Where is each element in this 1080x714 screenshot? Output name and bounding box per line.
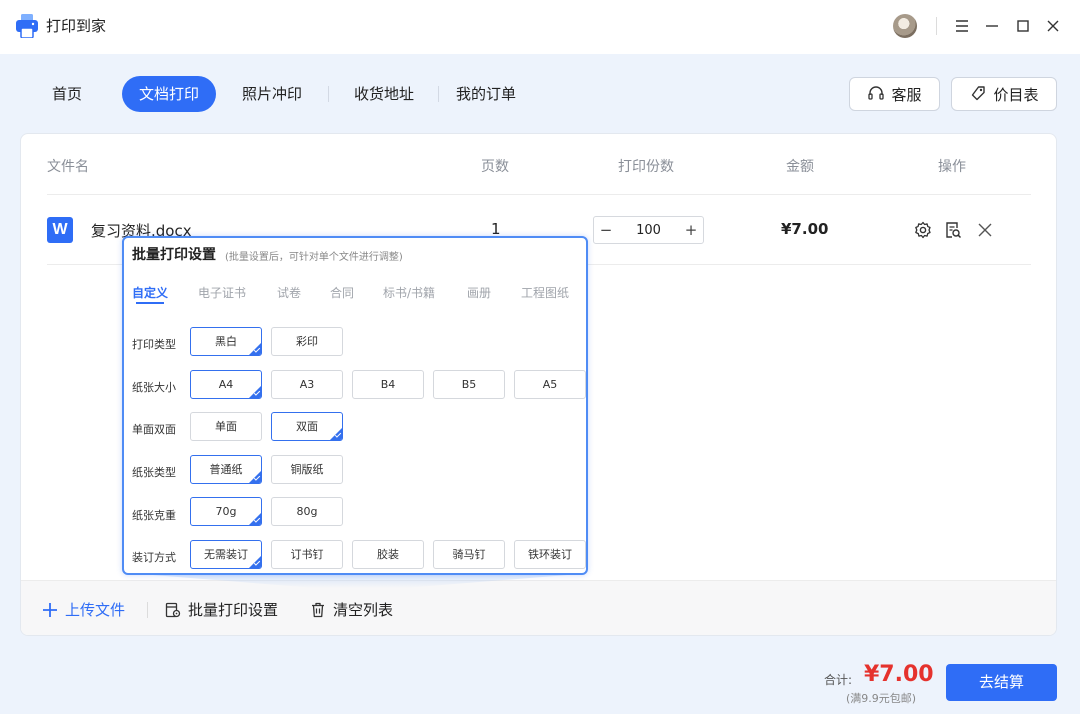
increment-button[interactable]: + bbox=[679, 221, 703, 239]
nav-home[interactable]: 首页 bbox=[36, 76, 98, 112]
close-window-icon[interactable] bbox=[1042, 15, 1064, 37]
tab-e-certificate[interactable]: 电子证书 bbox=[198, 284, 246, 301]
headset-icon bbox=[868, 86, 885, 100]
header-copies: 打印份数 bbox=[618, 159, 674, 175]
setting-label-sides: 单面双面 bbox=[132, 423, 176, 436]
option-70g[interactable]: 70g bbox=[190, 497, 262, 526]
popup-title: 批量打印设置 bbox=[132, 247, 216, 263]
setting-label-paper-type: 纸张类型 bbox=[132, 466, 176, 479]
maximize-icon[interactable] bbox=[1012, 15, 1034, 37]
option-glue-binding[interactable]: 胶装 bbox=[352, 540, 424, 569]
option-b5[interactable]: B5 bbox=[433, 370, 505, 399]
settings-gear-icon[interactable] bbox=[913, 220, 933, 240]
nav-document-print[interactable]: 文档打印 bbox=[122, 76, 216, 112]
price-tag-icon bbox=[972, 86, 986, 101]
setting-label-paper-size: 纸张大小 bbox=[132, 381, 176, 394]
copies-stepper: − 100 + bbox=[593, 216, 704, 244]
checkout-button[interactable]: 去结算 bbox=[946, 664, 1057, 701]
file-amount: ¥7.00 bbox=[781, 220, 829, 238]
printer-logo-icon bbox=[16, 14, 38, 38]
decrement-button[interactable]: − bbox=[594, 221, 618, 239]
header-amount: 金额 bbox=[786, 159, 814, 175]
option-coated-paper[interactable]: 铜版纸 bbox=[271, 455, 343, 484]
batch-print-settings-popup: 批量打印设置 (批量设置后，可针对单个文件进行调整) 自定义 电子证书 试卷 合… bbox=[122, 236, 588, 575]
title-bar: 打印到家 bbox=[0, 0, 1080, 54]
user-avatar[interactable] bbox=[893, 14, 917, 38]
plus-icon bbox=[43, 602, 57, 617]
preview-icon[interactable] bbox=[943, 220, 963, 240]
option-plain-paper[interactable]: 普通纸 bbox=[190, 455, 262, 484]
option-a3[interactable]: A3 bbox=[271, 370, 343, 399]
clear-list-button[interactable]: 清空列表 bbox=[309, 599, 393, 620]
word-file-icon: W bbox=[47, 217, 73, 243]
header-actions: 操作 bbox=[938, 159, 966, 175]
option-black-white[interactable]: 黑白 bbox=[190, 327, 262, 356]
option-no-binding[interactable]: 无需装订 bbox=[190, 540, 262, 569]
nav-divider bbox=[438, 86, 439, 102]
minimize-icon[interactable] bbox=[981, 15, 1003, 37]
tab-album[interactable]: 画册 bbox=[467, 284, 491, 301]
batch-settings-icon bbox=[165, 602, 181, 617]
shipping-note: (满9.9元包邮) bbox=[846, 692, 917, 705]
popup-subtitle: (批量设置后，可针对单个文件进行调整) bbox=[225, 252, 403, 263]
upload-file-button[interactable]: 上传文件 bbox=[41, 599, 125, 620]
clear-list-label: 清空列表 bbox=[333, 601, 394, 619]
setting-label-paper-weight: 纸张克重 bbox=[132, 509, 176, 522]
copies-value[interactable]: 100 bbox=[618, 223, 679, 238]
toolbar-divider bbox=[147, 602, 148, 618]
nav-my-orders[interactable]: 我的订单 bbox=[444, 76, 528, 112]
customer-service-label: 客服 bbox=[891, 85, 922, 104]
nav-address[interactable]: 收货地址 bbox=[342, 76, 426, 112]
header-divider bbox=[47, 194, 1031, 195]
batch-print-settings-button[interactable]: 批量打印设置 bbox=[164, 599, 278, 620]
customer-service-button[interactable]: 客服 bbox=[849, 77, 940, 111]
menu-icon[interactable] bbox=[951, 15, 973, 37]
batch-print-settings-label: 批量打印设置 bbox=[188, 601, 279, 619]
option-color[interactable]: 彩印 bbox=[271, 327, 343, 356]
tab-engineering-drawing[interactable]: 工程图纸 bbox=[521, 284, 569, 301]
bottom-toolbar: 上传文件 批量打印设置 清空列表 bbox=[21, 580, 1056, 635]
price-list-button[interactable]: 价目表 bbox=[951, 77, 1057, 111]
option-80g[interactable]: 80g bbox=[271, 497, 343, 526]
tab-contract[interactable]: 合同 bbox=[330, 284, 354, 301]
upload-file-label: 上传文件 bbox=[65, 601, 126, 619]
tab-bid-book[interactable]: 标书/书籍 bbox=[383, 284, 435, 301]
price-list-label: 价目表 bbox=[993, 85, 1039, 104]
header-filename: 文件名 bbox=[47, 159, 89, 175]
total-value: ¥7.00 bbox=[864, 662, 934, 687]
setting-label-print-type: 打印类型 bbox=[132, 338, 176, 351]
tab-exam-paper[interactable]: 试卷 bbox=[277, 284, 301, 301]
total-label: 合计: bbox=[824, 673, 853, 687]
option-a5[interactable]: A5 bbox=[514, 370, 586, 399]
option-stapler[interactable]: 订书钉 bbox=[271, 540, 343, 569]
option-a4[interactable]: A4 bbox=[190, 370, 262, 399]
option-ring-binding[interactable]: 铁环装订 bbox=[514, 540, 586, 569]
setting-label-binding: 装订方式 bbox=[132, 551, 176, 564]
nav-photo-print[interactable]: 照片冲印 bbox=[230, 76, 314, 112]
delete-close-icon[interactable] bbox=[975, 220, 995, 240]
header-pages: 页数 bbox=[481, 159, 509, 175]
trash-icon bbox=[312, 602, 324, 617]
option-double-sided[interactable]: 双面 bbox=[271, 412, 343, 441]
option-single-sided[interactable]: 单面 bbox=[190, 412, 262, 441]
nav-divider bbox=[328, 86, 329, 102]
active-tab-underline bbox=[136, 302, 164, 304]
option-b4[interactable]: B4 bbox=[352, 370, 424, 399]
app-title: 打印到家 bbox=[46, 17, 107, 35]
divider bbox=[936, 17, 937, 35]
option-saddle-stitch[interactable]: 骑马钉 bbox=[433, 540, 505, 569]
tab-custom[interactable]: 自定义 bbox=[132, 284, 168, 301]
